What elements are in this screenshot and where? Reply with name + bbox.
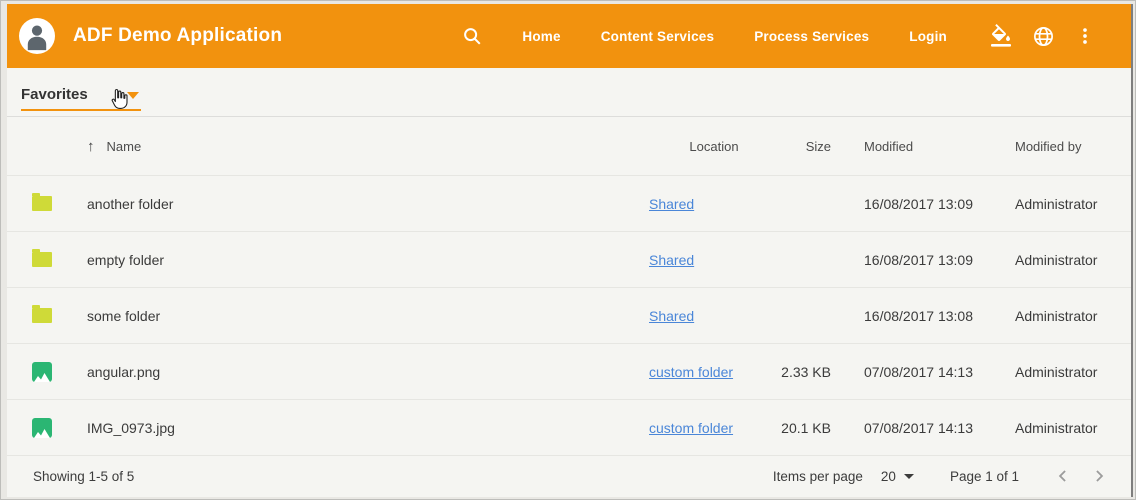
cell-modified: 07/08/2017 14:13 [861, 420, 1011, 436]
folder-icon [32, 196, 52, 211]
items-per-page-select[interactable]: Items per page 20 [773, 469, 914, 484]
header-cell-modified[interactable]: Modified [861, 139, 1011, 154]
nav-item-login[interactable]: Login [889, 19, 967, 54]
screenshot-frame: ADF Demo Application Home Content Servic… [0, 0, 1136, 500]
tab-favorites[interactable]: Favorites [21, 68, 141, 111]
folder-icon [32, 308, 52, 323]
header-cell-size[interactable]: Size [779, 139, 861, 154]
appbar-icon-group [981, 16, 1105, 56]
previous-page-button[interactable] [1045, 458, 1081, 494]
language-globe-icon[interactable] [1023, 16, 1063, 56]
cell-name[interactable]: angular.png [81, 364, 649, 380]
paginator: Showing 1-5 of 5 Items per page 20 Page … [7, 456, 1131, 496]
next-page-button[interactable] [1081, 458, 1117, 494]
avatar[interactable] [19, 18, 55, 54]
cell-modified-by: Administrator [1011, 252, 1131, 268]
cell-modified: 07/08/2017 14:13 [861, 364, 1011, 380]
location-link[interactable]: custom folder [649, 420, 733, 436]
location-link[interactable]: Shared [649, 308, 694, 324]
main-nav: Home Content Services Process Services L… [502, 19, 967, 54]
header-cell-location[interactable]: Location [649, 139, 779, 154]
chevron-down-icon [904, 474, 914, 479]
cell-name[interactable]: IMG_0973.jpg [81, 420, 649, 436]
location-link[interactable]: custom folder [649, 364, 733, 380]
nav-item-process-services[interactable]: Process Services [734, 19, 889, 54]
table-row[interactable]: angular.png custom folder 2.33 KB 07/08/… [7, 344, 1131, 400]
favorites-datatable: ↑ Name Location Size Modified Modified b… [7, 117, 1131, 456]
app-window: ADF Demo Application Home Content Servic… [7, 4, 1133, 497]
sort-ascending-icon: ↑ [87, 138, 95, 155]
cell-modified-by: Administrator [1011, 364, 1131, 380]
image-file-icon [32, 418, 52, 438]
showing-range-label: Showing 1-5 of 5 [33, 469, 134, 484]
tab-favorites-label: Favorites [21, 74, 88, 103]
nav-item-home[interactable]: Home [502, 19, 580, 54]
page-of-label: Page 1 of 1 [950, 469, 1019, 484]
cell-modified-by: Administrator [1011, 196, 1131, 212]
image-file-icon [32, 362, 52, 382]
tab-bar: Favorites [7, 68, 1131, 117]
table-row[interactable]: another folder Shared 16/08/2017 13:09 A… [7, 176, 1131, 232]
app-title: ADF Demo Application [73, 25, 282, 47]
person-icon [20, 19, 54, 53]
more-vert-icon[interactable] [1065, 16, 1105, 56]
format-color-fill-icon[interactable] [981, 16, 1021, 56]
table-row[interactable]: some folder Shared 16/08/2017 13:08 Admi… [7, 288, 1131, 344]
cell-size: 20.1 KB [779, 420, 861, 436]
cell-name[interactable]: another folder [81, 196, 649, 212]
cell-modified-by: Administrator [1011, 420, 1131, 436]
location-link[interactable]: Shared [649, 252, 694, 268]
folder-icon [32, 252, 52, 267]
header-cell-modified-by[interactable]: Modified by [1011, 139, 1131, 154]
cell-modified: 16/08/2017 13:09 [861, 252, 1011, 268]
location-link[interactable]: Shared [649, 196, 694, 212]
cell-name[interactable]: empty folder [81, 252, 649, 268]
cell-size: 2.33 KB [779, 364, 861, 380]
items-per-page-label: Items per page [773, 469, 863, 484]
search-icon[interactable] [452, 16, 492, 56]
cell-name[interactable]: some folder [81, 308, 649, 324]
chevron-down-icon [127, 92, 139, 99]
cell-modified: 16/08/2017 13:09 [861, 196, 1011, 212]
app-header: ADF Demo Application Home Content Servic… [7, 4, 1131, 68]
header-cell-name[interactable]: ↑ Name [81, 138, 649, 155]
cell-modified: 16/08/2017 13:08 [861, 308, 1011, 324]
table-header-row: ↑ Name Location Size Modified Modified b… [7, 117, 1131, 176]
table-row[interactable]: empty folder Shared 16/08/2017 13:09 Adm… [7, 232, 1131, 288]
nav-item-content-services[interactable]: Content Services [581, 19, 735, 54]
table-row[interactable]: IMG_0973.jpg custom folder 20.1 KB 07/08… [7, 400, 1131, 456]
header-name-label: Name [107, 139, 142, 154]
cell-modified-by: Administrator [1011, 308, 1131, 324]
items-per-page-value: 20 [881, 469, 896, 484]
